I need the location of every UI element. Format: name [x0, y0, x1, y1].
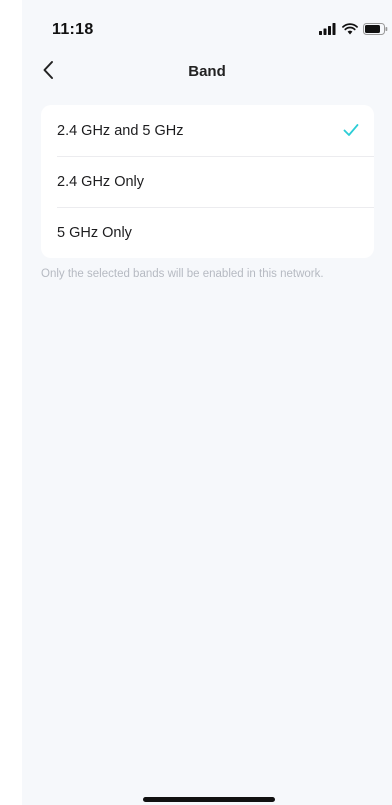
- band-option-label: 5 GHz Only: [57, 224, 132, 241]
- band-options-list: 2.4 GHz and 5 GHz 2.4 GHz Only 5 GHz Onl…: [41, 105, 374, 258]
- checkmark-icon: [342, 121, 360, 139]
- home-indicator[interactable]: [143, 797, 275, 802]
- band-option-2-4ghz[interactable]: 2.4 GHz Only: [41, 156, 374, 207]
- page-title: Band: [188, 63, 226, 80]
- app-screen: 11:18 Band 2.4 GHz and 5 GHz 2.4 GHz Onl…: [22, 0, 392, 805]
- band-option-both[interactable]: 2.4 GHz and 5 GHz: [41, 105, 374, 156]
- nav-bar: Band: [22, 50, 392, 94]
- band-option-label: 2.4 GHz Only: [57, 173, 145, 190]
- status-time: 11:18: [52, 21, 94, 38]
- band-option-label: 2.4 GHz and 5 GHz: [57, 122, 184, 139]
- cellular-signal-icon: [319, 22, 337, 40]
- status-icons: [319, 22, 388, 40]
- band-footnote: Only the selected bands will be enabled …: [41, 268, 324, 280]
- band-option-5ghz[interactable]: 5 GHz Only: [41, 207, 374, 258]
- battery-icon: [363, 22, 388, 40]
- wifi-icon: [342, 22, 358, 40]
